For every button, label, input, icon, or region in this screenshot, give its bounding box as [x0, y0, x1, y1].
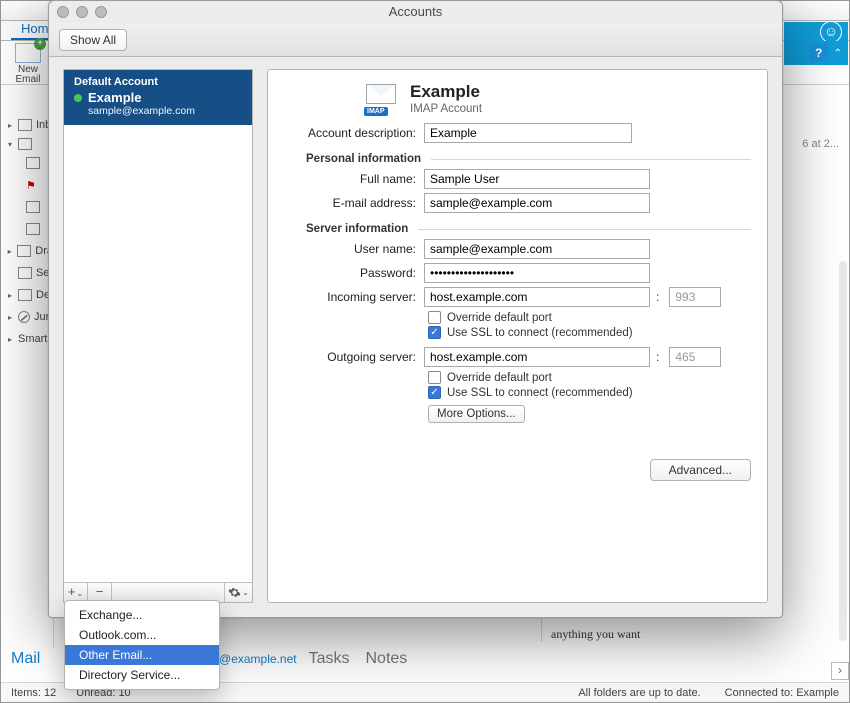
checkbox-label: Override default port — [447, 312, 552, 324]
scroll-right-icon[interactable]: › — [831, 662, 849, 680]
sidebar-sent[interactable]: Se — [6, 262, 53, 284]
label-password: Password: — [280, 266, 416, 280]
chevron-down-icon: ⌄ — [76, 589, 83, 598]
account-list-footer: +⌄ − ⌄ — [64, 582, 252, 602]
email-address-field[interactable] — [424, 193, 650, 213]
incoming-server-field[interactable] — [424, 287, 650, 307]
status-connected: Connected to: Example — [725, 687, 839, 699]
nav-tasks[interactable]: Tasks — [309, 650, 350, 668]
account-detail: IMAP Example IMAP Account Account descri… — [267, 69, 768, 603]
username-field[interactable] — [424, 239, 650, 259]
more-options-button[interactable]: More Options... — [428, 405, 525, 423]
account-email: sample@example.com — [88, 105, 242, 117]
sent-icon — [18, 267, 32, 279]
feedback-smile-icon[interactable]: ☺ — [820, 21, 842, 43]
sidebar-inbox[interactable]: ▸Inb — [6, 114, 53, 136]
folder-icon — [26, 223, 40, 235]
outgoing-override-port-checkbox[interactable] — [428, 371, 441, 384]
outgoing-ssl-checkbox[interactable]: ✓ — [428, 386, 441, 399]
outlook-folder-sidebar: ▸Inb ▾ ⚑ ▸Dra Se ▸Del ▸Jun ▸Smart — [2, 110, 54, 648]
new-email-label: New Email — [9, 65, 47, 85]
checkbox-label: Use SSL to connect (recommended) — [447, 387, 633, 399]
status-sync: All folders are up to date. — [578, 687, 700, 699]
account-actions-button[interactable]: ⌄ — [224, 583, 252, 602]
collapse-ribbon-icon[interactable]: ⌃ — [834, 48, 842, 59]
zoom-icon[interactable] — [95, 6, 107, 18]
close-icon[interactable] — [57, 6, 69, 18]
sidebar-junk[interactable]: ▸Jun — [6, 306, 53, 328]
imap-badge: IMAP — [364, 107, 388, 116]
menu-item-other-email[interactable]: Other Email... — [65, 645, 219, 665]
account-description-field[interactable] — [424, 123, 632, 143]
plus-icon: + — [68, 584, 76, 599]
nav-mail[interactable]: Mail — [11, 650, 40, 668]
chevron-down-icon: ⌄ — [242, 588, 249, 597]
outgoing-port-field — [669, 347, 721, 367]
new-email-button[interactable]: New Email — [1, 41, 51, 84]
port-separator: : — [656, 350, 659, 364]
sidebar-drafts[interactable]: ▸Dra — [6, 240, 53, 262]
checkbox-label: Override default port — [447, 372, 552, 384]
default-account-label: Default Account — [74, 76, 242, 88]
window-controls[interactable] — [57, 6, 107, 18]
junk-icon — [18, 311, 30, 323]
label-username: User name: — [280, 242, 416, 256]
account-list-item[interactable]: Default Account Example sample@example.c… — [64, 70, 252, 125]
section-server: Server information — [306, 223, 408, 235]
status-dot-icon — [74, 94, 82, 102]
inbox-icon — [18, 119, 32, 131]
imap-account-icon: IMAP — [364, 84, 400, 114]
account-name: Example — [88, 90, 141, 105]
checkbox-label: Use SSL to connect (recommended) — [447, 327, 633, 339]
advanced-button[interactable]: Advanced... — [650, 459, 751, 481]
password-field[interactable] — [424, 263, 650, 283]
account-list: Default Account Example sample@example.c… — [63, 69, 253, 603]
incoming-override-port-checkbox[interactable] — [428, 311, 441, 324]
ribbon-right-tools: ☺ — [784, 22, 848, 41]
folder-icon — [26, 157, 40, 169]
incoming-ssl-checkbox[interactable]: ✓ — [428, 326, 441, 339]
nav-notes[interactable]: Notes — [366, 650, 408, 668]
accounts-title: Accounts — [107, 4, 724, 19]
accounts-toolbar: Show All — [49, 23, 782, 57]
accounts-body: Default Account Example sample@example.c… — [63, 69, 768, 603]
help-icon[interactable]: ? — [810, 44, 828, 62]
status-items: Items: 12 — [11, 687, 56, 699]
peek-bottom-line: anything you want — [551, 627, 640, 642]
full-name-field[interactable] — [424, 169, 650, 189]
detail-account-type: IMAP Account — [410, 103, 482, 115]
label-fullname: Full name: — [280, 172, 416, 186]
accounts-window: Accounts Show All Default Account Exampl… — [48, 0, 783, 618]
label-incoming: Incoming server: — [280, 290, 416, 304]
incoming-port-field — [669, 287, 721, 307]
folder-icon — [26, 201, 40, 213]
minimize-icon[interactable] — [76, 6, 88, 18]
menu-item-exchange[interactable]: Exchange... — [65, 605, 219, 625]
section-personal: Personal information — [306, 153, 421, 165]
flag-icon: ⚑ — [26, 179, 36, 192]
new-email-icon — [15, 43, 41, 63]
drafts-icon — [17, 245, 31, 257]
port-separator: : — [656, 290, 659, 304]
label-outgoing: Outgoing server: — [280, 350, 416, 364]
label-description: Account description: — [280, 126, 416, 140]
detail-account-name: Example — [410, 82, 482, 102]
scrollbar[interactable] — [839, 261, 847, 641]
outgoing-server-field[interactable] — [424, 347, 650, 367]
folder-icon — [18, 138, 32, 150]
menu-item-directory[interactable]: Directory Service... — [65, 665, 219, 685]
sidebar-deleted[interactable]: ▸Del — [6, 284, 53, 306]
sidebar-smart[interactable]: ▸Smart — [6, 328, 53, 350]
add-account-menu: Exchange... Outlook.com... Other Email..… — [64, 600, 220, 690]
sidebar-label: Smart — [18, 333, 47, 345]
ribbon-right-tools-row2: ? ⌃ — [784, 41, 848, 65]
trash-icon — [18, 289, 32, 301]
gear-icon — [228, 586, 241, 599]
menu-item-outlook[interactable]: Outlook.com... — [65, 625, 219, 645]
account-list-empty — [64, 125, 252, 582]
accounts-titlebar[interactable]: Accounts — [49, 1, 782, 23]
show-all-button[interactable]: Show All — [59, 29, 127, 51]
label-email: E-mail address: — [280, 196, 416, 210]
